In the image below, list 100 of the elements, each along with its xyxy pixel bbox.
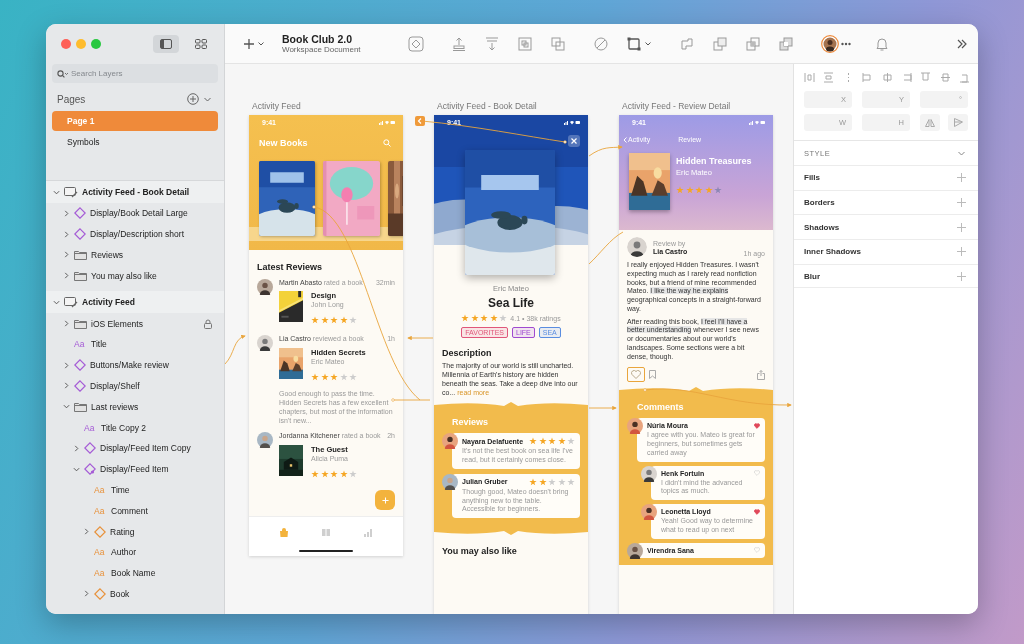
- avatar[interactable]: [820, 34, 839, 53]
- layer-name[interactable]: Reviews: [91, 250, 124, 260]
- layer-name[interactable]: Display/Shelf: [90, 380, 140, 391]
- zoom-window-button[interactable]: [91, 39, 101, 49]
- layer-name[interactable]: Display/Description short: [90, 229, 184, 240]
- chevron-icon[interactable]: [62, 272, 70, 280]
- avatar: [257, 279, 273, 295]
- artboard-label[interactable]: Activity Feed - Review Detail: [622, 101, 731, 111]
- link-line: [588, 231, 624, 265]
- layer-name[interactable]: Rating: [110, 526, 135, 537]
- layer-name[interactable]: Display/Book Detail Large: [90, 208, 188, 219]
- align-icon[interactable]: [823, 72, 835, 83]
- flow-start-icon[interactable]: [415, 116, 425, 126]
- bookmark-icon[interactable]: [649, 370, 656, 380]
- chevron-icon[interactable]: [62, 230, 70, 238]
- bell-icon[interactable]: [873, 35, 890, 52]
- sidebar-panel-icon[interactable]: [160, 39, 172, 49]
- chevron-icon[interactable]: [52, 298, 60, 306]
- chevron-icon[interactable]: [62, 361, 70, 369]
- subtract-icon[interactable]: [711, 35, 728, 52]
- minimize-window-button[interactable]: [76, 39, 86, 49]
- double-chevron-icon[interactable]: [956, 37, 968, 50]
- artboard-label[interactable]: Activity Feed - Book Detail: [437, 101, 537, 111]
- close-window-button[interactable]: [61, 39, 71, 49]
- frame-icon[interactable]: [516, 35, 533, 52]
- chart-icon[interactable]: [363, 528, 373, 537]
- search-icon[interactable]: [57, 69, 68, 78]
- lock-icon[interactable]: [204, 318, 212, 329]
- caret-icon[interactable]: [257, 39, 265, 48]
- difference-icon[interactable]: [777, 35, 794, 52]
- layer-name[interactable]: Buttons/Make review: [90, 360, 169, 371]
- add-icon[interactable]: [957, 198, 966, 208]
- chevron-icon[interactable]: [72, 444, 80, 452]
- add-icon[interactable]: [957, 222, 966, 232]
- align-icon[interactable]: [881, 72, 893, 83]
- add-icon[interactable]: [187, 93, 199, 105]
- add-icon[interactable]: [957, 247, 966, 257]
- chevron-icon[interactable]: [62, 251, 70, 259]
- align-icon[interactable]: [804, 72, 815, 83]
- flip-horizontal-icon[interactable]: [925, 118, 935, 127]
- layer-name[interactable]: Title: [91, 339, 107, 350]
- chevron-icon[interactable]: [82, 528, 90, 536]
- add-icon[interactable]: [957, 173, 966, 183]
- page-item[interactable]: Symbols: [52, 132, 218, 152]
- heart-icon[interactable]: [754, 422, 760, 429]
- align-icon[interactable]: [959, 72, 970, 83]
- layer-name[interactable]: Last reviews: [91, 401, 139, 412]
- search-field[interactable]: Search Layers: [52, 64, 218, 83]
- flip-horizontal-button[interactable]: [920, 114, 940, 131]
- corner-frame-icon[interactable]: [625, 35, 642, 52]
- more-icon[interactable]: [840, 41, 851, 46]
- chevron-icon[interactable]: [52, 188, 60, 196]
- layer-name[interactable]: Time: [111, 484, 130, 495]
- union-icon[interactable]: [678, 35, 695, 52]
- hotspot-frame[interactable]: [627, 367, 645, 383]
- layer-name[interactable]: Comment: [111, 505, 148, 516]
- heart-icon[interactable]: [631, 370, 641, 380]
- align-icon[interactable]: [862, 72, 874, 83]
- avatar: [627, 237, 647, 257]
- flip-vertical-button[interactable]: [948, 114, 968, 131]
- align-icon[interactable]: [939, 72, 951, 83]
- heart-icon[interactable]: [754, 508, 760, 515]
- layer-name[interactable]: Display/Feed Item Copy: [100, 443, 191, 454]
- chevron-icon[interactable]: [62, 209, 70, 217]
- chevron-icon[interactable]: [62, 382, 70, 390]
- intersect-icon[interactable]: [744, 35, 761, 52]
- layer-name[interactable]: Author: [111, 547, 137, 558]
- diamond-icon: [84, 442, 96, 455]
- layer-name[interactable]: Display/Feed Item: [100, 464, 169, 475]
- section-label: Shadows: [804, 222, 840, 232]
- book-icon[interactable]: [321, 528, 331, 537]
- grid-icon[interactable]: [195, 39, 207, 49]
- artboard-row[interactable]: Activity Feed: [46, 291, 224, 314]
- share-icon[interactable]: [757, 369, 765, 380]
- bag-icon[interactable]: [279, 528, 289, 537]
- layer-name[interactable]: Activity Feed: [82, 297, 135, 308]
- slashed-circle-icon[interactable]: [592, 35, 609, 52]
- align-icon[interactable]: [920, 72, 932, 83]
- layers-view-button[interactable]: [153, 35, 179, 53]
- add-button[interactable]: [375, 490, 395, 510]
- caret-icon[interactable]: [643, 39, 652, 48]
- add-icon[interactable]: [957, 271, 966, 281]
- layer-name[interactable]: iOS Elements: [91, 318, 143, 329]
- flip-vertical-icon[interactable]: [953, 118, 963, 127]
- chevron-left-icon[interactable]: [623, 136, 627, 143]
- chevron-icon[interactable]: [62, 403, 70, 411]
- overlap-icon[interactable]: [549, 35, 566, 52]
- stack-up-icon[interactable]: [450, 35, 467, 52]
- layer-name[interactable]: Activity Feed - Book Detail: [82, 187, 190, 197]
- stack-down-icon[interactable]: [483, 35, 500, 52]
- layer-name[interactable]: You may also like: [91, 270, 157, 281]
- layer-name[interactable]: Title Copy 2: [101, 422, 147, 433]
- chevron-icon[interactable]: [82, 590, 90, 598]
- artboard-label[interactable]: Activity Feed: [252, 101, 301, 111]
- chevron-icon[interactable]: [62, 320, 70, 328]
- layer-name[interactable]: Book Name: [111, 568, 156, 579]
- artboard-row[interactable]: Activity Feed - Book Detail: [46, 181, 224, 203]
- chevron-icon[interactable]: [72, 465, 80, 473]
- plus-icon[interactable]: [243, 37, 255, 50]
- layer-name[interactable]: Book: [110, 588, 130, 599]
